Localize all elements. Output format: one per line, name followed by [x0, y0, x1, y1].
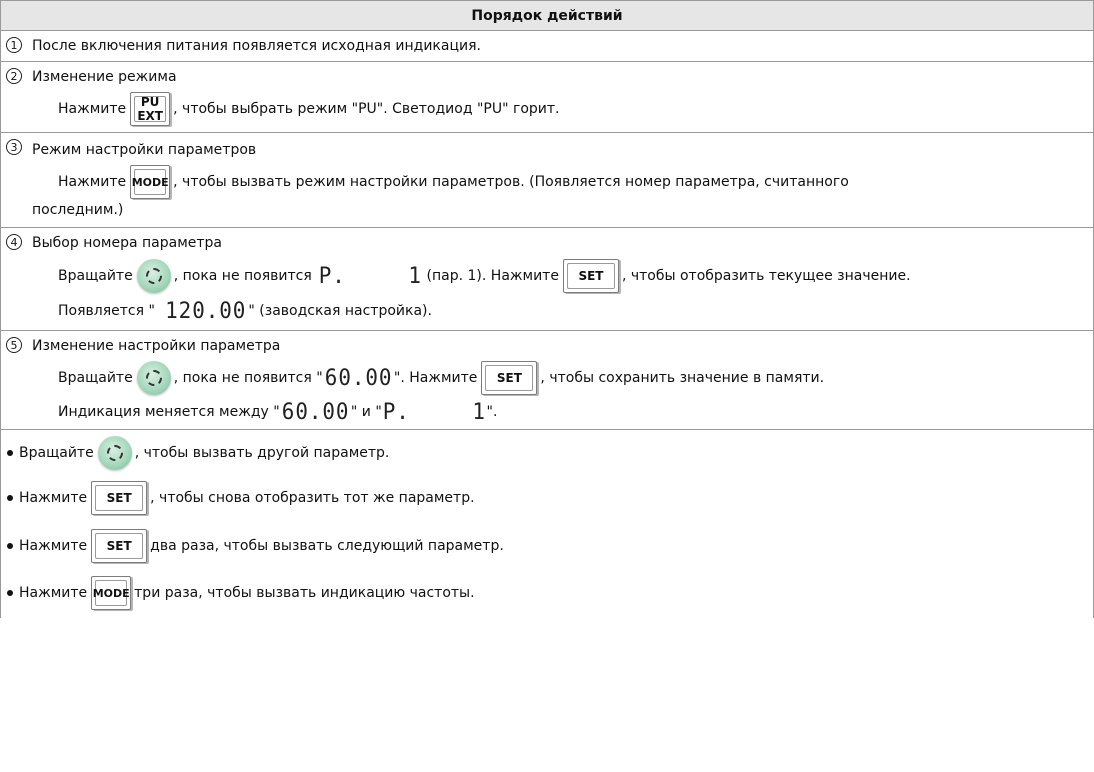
- pu-ext-key-icon: PU EXT: [130, 92, 171, 126]
- bullet-icon: [7, 495, 13, 501]
- mode-key-icon: MODE: [130, 165, 171, 199]
- setting-dial-icon: [136, 361, 171, 395]
- step-text: ". Нажмите: [393, 370, 478, 386]
- bullet-text: , чтобы вызвать другой параметр.: [134, 445, 390, 461]
- key-label: SET: [485, 365, 534, 391]
- set-key-icon: SET: [91, 481, 148, 515]
- list-item: Нажмите MODE три раза, чтобы вызвать инд…: [1, 570, 1093, 618]
- step-text: , пока не появится ": [173, 370, 323, 386]
- step-text: Нажмите: [58, 101, 127, 117]
- bullet-text: , чтобы снова отобразить тот же параметр…: [150, 490, 475, 506]
- setting-dial-icon: [97, 436, 132, 470]
- table-header: Порядок действий: [0, 1, 1094, 31]
- step-3-row: 3 Режим настройки параметров Нажмите MOD…: [0, 133, 1094, 228]
- step-text: (пар. 1). Нажмите: [426, 268, 559, 284]
- list-item: Нажмите SET , чтобы снова отобразить тот…: [1, 475, 1093, 523]
- step-text: Вращайте: [58, 370, 133, 386]
- led-display-1: 1: [408, 263, 423, 289]
- step-text: , чтобы вызвать режим настройки параметр…: [173, 174, 849, 190]
- step-text: Появляется ": [58, 303, 155, 319]
- step-number: 4: [6, 234, 22, 250]
- step-number: 1: [6, 37, 22, 53]
- setting-dial-icon: [136, 259, 171, 293]
- bullet-text: Нажмите: [19, 538, 88, 554]
- mode-key-icon: MODE: [91, 576, 132, 610]
- step-text: " и ": [350, 404, 382, 420]
- step-text: " (заводская настройка).: [248, 303, 432, 319]
- key-label: MODE: [132, 169, 169, 195]
- led-display-value: 120.00: [165, 298, 247, 324]
- step-5-row: 5 Изменение настройки параметра Вращайте…: [0, 331, 1094, 430]
- step-number: 3: [6, 139, 22, 155]
- key-label-bottom: EXT: [137, 109, 163, 123]
- key-label: SET: [566, 263, 615, 289]
- bullet-text: три раза, чтобы вызвать индикацию частот…: [134, 585, 475, 601]
- bullet-text: Нажмите: [19, 490, 88, 506]
- bullet-text: два раза, чтобы вызвать следующий параме…: [150, 538, 504, 554]
- step-text: Нажмите: [58, 174, 127, 190]
- list-item: Вращайте , чтобы вызвать другой параметр…: [1, 430, 1093, 475]
- set-key-icon: SET: [91, 529, 148, 563]
- step-text-cont: последним.): [32, 202, 124, 218]
- led-display-p: P.: [382, 399, 410, 425]
- set-key-icon: SET: [481, 361, 538, 395]
- step-text: Вращайте: [58, 268, 133, 284]
- step-number: 5: [6, 337, 22, 353]
- step-text: , чтобы отобразить текущее значение.: [621, 268, 911, 284]
- step-title: Изменение настройки параметра: [32, 338, 281, 354]
- bullet-text: Нажмите: [19, 585, 88, 601]
- step-1-row: 1 После включения питания появляется исх…: [0, 31, 1094, 62]
- bullet-icon: [7, 543, 13, 549]
- step-title: Режим настройки параметров: [32, 142, 257, 158]
- step-text: , чтобы выбрать режим "PU". Светодиод "P…: [173, 101, 560, 117]
- led-display-value: 60.00: [281, 399, 350, 425]
- step-text: , пока не появится: [173, 268, 312, 284]
- step-title: Выбор номера параметра: [32, 235, 222, 251]
- list-item: Нажмите SET два раза, чтобы вызвать след…: [1, 523, 1093, 570]
- key-label-top: PU: [140, 95, 160, 109]
- step-title: После включения питания появляется исход…: [32, 38, 481, 54]
- led-display-1: 1: [472, 399, 487, 425]
- set-key-icon: SET: [562, 259, 619, 293]
- step-4-row: 4 Выбор номера параметра Вращайте , пока…: [0, 228, 1094, 331]
- step-number: 2: [6, 68, 22, 84]
- led-display-p: P.: [318, 263, 346, 289]
- step-title: Изменение режима: [32, 69, 177, 85]
- step-2-row: 2 Изменение режима Нажмите PU EXT , чтоб…: [0, 62, 1094, 133]
- bullet-icon: [7, 590, 13, 596]
- step-text: ".: [486, 404, 498, 420]
- notes-block: Вращайте , чтобы вызвать другой параметр…: [0, 430, 1094, 618]
- key-label: SET: [95, 485, 144, 511]
- step-text: Индикация меняется между ": [58, 404, 280, 420]
- led-display-value: 60.00: [324, 365, 393, 391]
- bullet-text: Вращайте: [19, 445, 94, 461]
- procedure-table: Порядок действий 1 После включения питан…: [0, 0, 1094, 618]
- step-text: , чтобы сохранить значение в памяти.: [540, 370, 825, 386]
- key-label: MODE: [93, 580, 130, 606]
- bullet-icon: [7, 450, 13, 456]
- key-label: SET: [95, 533, 144, 559]
